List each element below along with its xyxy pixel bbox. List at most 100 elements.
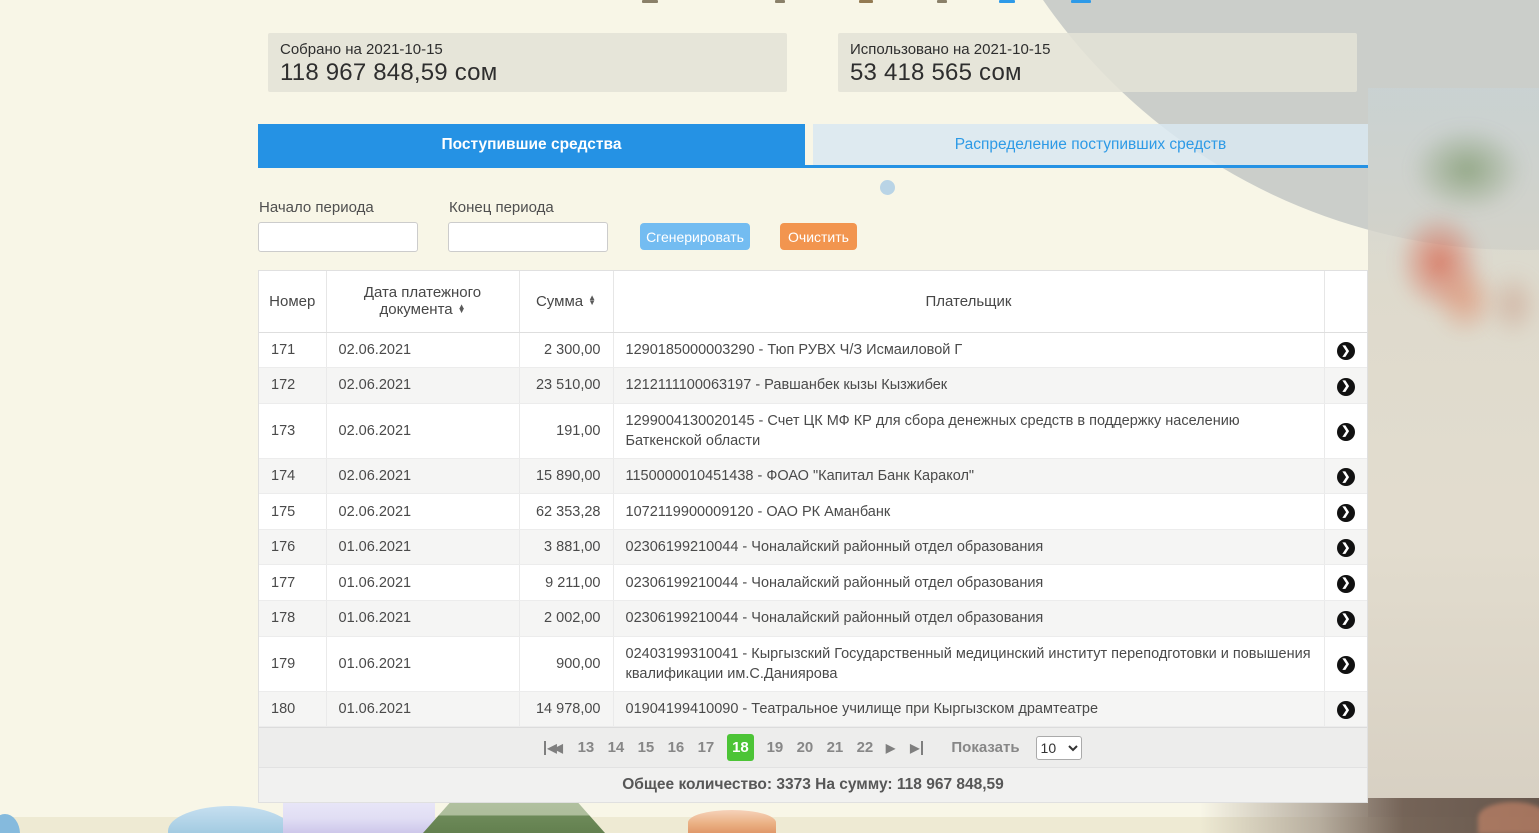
- row-detail-button[interactable]: ❯: [1337, 378, 1355, 396]
- period-end-input[interactable]: [448, 222, 608, 252]
- cell-amount: 2 300,00: [519, 332, 613, 368]
- cell-payer: 1299004130020145 - Счет ЦК МФ КР для сбо…: [613, 403, 1324, 458]
- table-row: 173 02.06.2021 191,00 1299004130020145 -…: [259, 403, 1367, 458]
- table-row: 175 02.06.2021 62 353,28 107211990000912…: [259, 494, 1367, 530]
- header-actions: [1324, 271, 1367, 332]
- table-row: 178 01.06.2021 2 002,00 02306199210044 -…: [259, 601, 1367, 637]
- sort-icon[interactable]: ▲▼: [588, 296, 596, 305]
- page-size-select[interactable]: 10: [1036, 736, 1082, 760]
- table-row: 176 01.06.2021 3 881,00 02306199210044 -…: [259, 529, 1367, 565]
- page-number[interactable]: 13: [577, 739, 595, 756]
- row-detail-button[interactable]: ❯: [1337, 656, 1355, 674]
- cell-amount: 62 353,28: [519, 494, 613, 530]
- period-start-input[interactable]: [258, 222, 418, 252]
- show-label: Показать: [951, 739, 1019, 756]
- table-row: 180 01.06.2021 14 978,00 01904199410090 …: [259, 691, 1367, 727]
- cell-payer: 1072119900009120 - ОАО РК Аманбанк: [613, 494, 1324, 530]
- page: Собрано на 2021-10-15 118 967 848,59 сом…: [0, 0, 1539, 833]
- cell-payer: 1212111100063197 - Равшанбек кызы Кызжиб…: [613, 368, 1324, 404]
- cell-number: 174: [259, 458, 326, 494]
- cell-payer: 02306199210044 - Чоналайский районный от…: [613, 565, 1324, 601]
- cell-payer: 02306199210044 - Чоналайский районный от…: [613, 529, 1324, 565]
- cell-amount: 2 002,00: [519, 601, 613, 637]
- next-page-icon[interactable]: ▶: [886, 741, 898, 755]
- last-page-icon[interactable]: ▶: [910, 741, 923, 755]
- used-summary-box: Использовано на 2021-10-15 53 418 565 со…: [838, 33, 1357, 92]
- tab-distribution[interactable]: Распределение поступивших средств: [813, 124, 1368, 165]
- cell-date: 01.06.2021: [326, 565, 519, 601]
- table-row: 177 01.06.2021 9 211,00 02306199210044 -…: [259, 565, 1367, 601]
- table-totals: Общее количество: 3373 На сумму: 118 967…: [259, 767, 1367, 802]
- clear-button[interactable]: Очистить: [780, 223, 857, 250]
- page-number[interactable]: 19: [766, 739, 784, 756]
- table-row: 179 01.06.2021 900,00 02403199310041 - К…: [259, 636, 1367, 691]
- cell-date: 01.06.2021: [326, 601, 519, 637]
- collected-label: Собрано на 2021-10-15: [280, 41, 775, 58]
- header-payer: Плательщик: [613, 271, 1324, 332]
- header-amount[interactable]: Сумма▲▼: [519, 271, 613, 332]
- generate-button[interactable]: Сгенерировать: [640, 223, 750, 250]
- row-detail-button[interactable]: ❯: [1337, 701, 1355, 719]
- cell-payer: 02306199210044 - Чоналайский районный от…: [613, 601, 1324, 637]
- row-detail-button[interactable]: ❯: [1337, 468, 1355, 486]
- page-number[interactable]: 17: [697, 739, 715, 756]
- cell-number: 179: [259, 636, 326, 691]
- page-number[interactable]: 21: [826, 739, 844, 756]
- page-number[interactable]: 15: [637, 739, 655, 756]
- cell-amount: 15 890,00: [519, 458, 613, 494]
- header-date[interactable]: Дата платежного документа▲▼: [326, 271, 519, 332]
- table-header-row: Номер Дата платежного документа▲▼ Сумма▲…: [259, 271, 1367, 332]
- cell-amount: 14 978,00: [519, 691, 613, 727]
- cell-amount: 23 510,00: [519, 368, 613, 404]
- first-page-icon[interactable]: ◀◀: [544, 741, 562, 755]
- cell-date: 01.06.2021: [326, 636, 519, 691]
- period-end-label: Конец периода: [449, 199, 554, 216]
- cell-amount: 191,00: [519, 403, 613, 458]
- page-number[interactable]: 20: [796, 739, 814, 756]
- cell-number: 177: [259, 565, 326, 601]
- cell-date: 01.06.2021: [326, 691, 519, 727]
- collected-value: 118 967 848,59 сом: [280, 59, 775, 87]
- page-number[interactable]: 22: [856, 739, 874, 756]
- cell-date: 02.06.2021: [326, 403, 519, 458]
- pagination-bar: ◀◀ 13 14 15 16 17 18 19 20 21 22 ▶ ▶ Пок…: [259, 727, 1367, 767]
- page-number[interactable]: 14: [607, 739, 625, 756]
- row-detail-button[interactable]: ❯: [1337, 423, 1355, 441]
- row-detail-button[interactable]: ❯: [1337, 504, 1355, 522]
- cell-number: 180: [259, 691, 326, 727]
- page-number[interactable]: 16: [667, 739, 685, 756]
- used-value: 53 418 565 сом: [850, 59, 1345, 87]
- cell-date: 01.06.2021: [326, 529, 519, 565]
- payments-table-container: Номер Дата платежного документа▲▼ Сумма▲…: [258, 270, 1368, 803]
- table-row: 171 02.06.2021 2 300,00 1290185000003290…: [259, 332, 1367, 368]
- cell-payer: 1150000010451438 - ФОАО "Капитал Банк Ка…: [613, 458, 1324, 494]
- cell-amount: 900,00: [519, 636, 613, 691]
- table-row: 172 02.06.2021 23 510,00 121211110006319…: [259, 368, 1367, 404]
- cell-number: 172: [259, 368, 326, 404]
- cell-number: 173: [259, 403, 326, 458]
- cell-amount: 3 881,00: [519, 529, 613, 565]
- sort-icon[interactable]: ▲▼: [458, 305, 466, 314]
- tab-underline: [258, 165, 1368, 168]
- cell-date: 02.06.2021: [326, 368, 519, 404]
- cell-number: 171: [259, 332, 326, 368]
- row-detail-button[interactable]: ❯: [1337, 342, 1355, 360]
- row-detail-button[interactable]: ❯: [1337, 539, 1355, 557]
- cell-amount: 9 211,00: [519, 565, 613, 601]
- cell-number: 178: [259, 601, 326, 637]
- collected-summary-box: Собрано на 2021-10-15 118 967 848,59 сом: [268, 33, 787, 92]
- page-number-active[interactable]: 18: [727, 734, 754, 761]
- table-row: 174 02.06.2021 15 890,00 115000001045143…: [259, 458, 1367, 494]
- cell-payer: 02403199310041 - Кыргызский Государствен…: [613, 636, 1324, 691]
- loading-dot-decoration: [880, 180, 895, 195]
- cell-payer: 1290185000003290 - Тюп РУВХ Ч/З Исмаилов…: [613, 332, 1324, 368]
- cell-payer: 01904199410090 - Театральное училище при…: [613, 691, 1324, 727]
- cell-date: 02.06.2021: [326, 332, 519, 368]
- period-start-label: Начало периода: [259, 199, 374, 216]
- cell-date: 02.06.2021: [326, 458, 519, 494]
- cell-number: 175: [259, 494, 326, 530]
- row-detail-button[interactable]: ❯: [1337, 575, 1355, 593]
- row-detail-button[interactable]: ❯: [1337, 611, 1355, 629]
- tab-incoming-funds[interactable]: Поступившие средства: [258, 124, 805, 165]
- payments-table: Номер Дата платежного документа▲▼ Сумма▲…: [259, 271, 1367, 727]
